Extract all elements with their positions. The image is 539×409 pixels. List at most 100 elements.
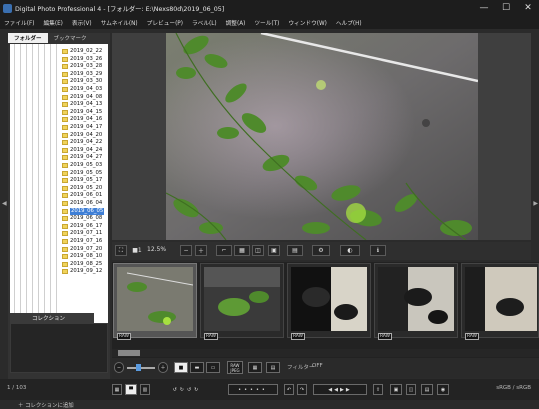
thumb-size-increase-icon[interactable]: ＋ [158,362,168,373]
view-mode-detail-icon[interactable]: ▭ [206,362,220,373]
preview-viewer[interactable] [112,33,531,240]
zoom-in-icon[interactable]: ＋ [195,245,207,256]
layout-multi-icon[interactable]: ▥ [140,384,150,395]
folder-tree-item[interactable]: 2019_06_08 [10,215,108,223]
app-icon [3,3,12,13]
folder-tree-item[interactable]: 2019_03_29 [10,71,108,79]
thumbnail-1[interactable]: RAW [113,263,197,340]
zoom-level[interactable]: 12.5% [147,246,166,253]
menu-file[interactable]: ファイル(F) [4,18,34,27]
layout-grid-icon[interactable]: ▦ [112,384,122,395]
folder-icon [62,79,68,85]
thumb-size-slider[interactable] [127,367,155,369]
tab-collection[interactable]: コレクション [10,313,94,323]
adjust-icon[interactable]: ◐ [340,245,360,256]
folder-tree-item[interactable]: 2019_04_24 [10,147,108,155]
slider-handle[interactable] [136,364,141,371]
menu-adjust[interactable]: 調整(A) [226,18,246,27]
filter-value[interactable]: OFF [312,363,323,369]
rotate-left-icon[interactable]: ↶ [284,384,294,395]
folder-tree-item[interactable]: 2019_06_05 [10,207,108,216]
camera-icon[interactable]: ◉ [437,384,449,395]
menu-preview[interactable]: プレビュー(P) [147,18,183,27]
folder-tree-item[interactable]: 2019_04_03 [10,86,108,94]
compare-icon[interactable]: ◫ [406,384,416,395]
layout-icon[interactable]: ▤ [287,245,303,256]
menu-edit[interactable]: 編集(E) [43,18,62,27]
info-icon[interactable]: ℹ [370,245,386,256]
filter-icon[interactable]: ▤ [266,362,280,373]
thumbnail-3[interactable]: RAW [287,263,371,340]
left-collapse-arrow-icon[interactable]: ◀ [2,200,7,207]
thumbnail-5[interactable]: RAW [461,263,539,340]
fit-to-window-button[interactable]: ⛶ [115,245,127,256]
folder-tree-item[interactable]: 2019_05_17 [10,177,108,185]
menu-view[interactable]: 表示(V) [72,18,92,27]
thumbnail-scrollbar[interactable] [112,349,539,357]
folder-tree-item[interactable]: 2019_07_11 [10,230,108,238]
folder-tree-item[interactable]: 2019_04_27 [10,154,108,162]
folder-icon [62,132,68,138]
tab-bookmark[interactable]: ブックマーク [48,33,93,43]
folder-tree-item[interactable]: 2019_05_03 [10,162,108,170]
folder-tree-item[interactable]: 2019_02_22 [10,48,108,56]
tools-icon[interactable]: ⚙ [312,245,330,256]
print-icon[interactable]: ▤ [421,384,433,395]
grid-icon[interactable]: ▦ [234,245,250,256]
menu-help[interactable]: ヘルプ(H) [336,18,362,27]
folder-tree-item[interactable]: 2019_08_10 [10,253,108,261]
save-icon[interactable]: ▣ [268,245,280,256]
export-icon[interactable]: ⇪ [373,384,383,395]
tab-folder[interactable]: フォルダー [8,33,48,43]
layout-preview-icon[interactable]: ▀ [125,384,137,395]
folder-tree-item[interactable]: 2019_07_20 [10,246,108,254]
folder-tree-item[interactable]: 2019_06_04 [10,200,108,208]
folder-tree-item[interactable]: 2019_09_12 [10,268,108,276]
thumb-size-decrease-icon[interactable]: − [114,362,124,373]
folder-tree-item[interactable]: 2019_04_22 [10,139,108,147]
folder-tree-item[interactable]: 2019_06_17 [10,223,108,231]
compare-icon[interactable]: ◫ [252,245,264,256]
folder-tree-item[interactable]: 2019_03_28 [10,63,108,71]
folder-tree-item[interactable]: 2019_03_30 [10,78,108,86]
thumbnail-4[interactable]: RAW [374,263,458,340]
raw-jpeg-toggle[interactable]: RAW JPEG [227,361,243,374]
folder-tree-item[interactable]: 2019_05_05 [10,170,108,178]
folder-tree-item[interactable]: 2019_04_15 [10,109,108,117]
folder-tree-item[interactable]: 2019_03_26 [10,56,108,64]
folder-tree-item[interactable]: 2019_04_16 [10,116,108,124]
minimize-button[interactable]: — [473,0,495,16]
grid-view-icon[interactable]: ▦ [248,362,262,373]
add-collection-button[interactable]: ＋ コレクションに追加 [18,401,74,409]
folder-tree-item[interactable]: 2019_05_20 [10,185,108,193]
folder-tree-item[interactable]: 2019_04_13 [10,101,108,109]
thumbnail-2[interactable]: RAW [200,263,284,340]
folder-tree[interactable]: 2019_02_22 2019_03_26 2019_03_28 2019_03_29… [10,44,108,334]
rating-stars-icon[interactable]: ••••• [228,384,278,395]
folder-tree-item[interactable]: 2019_07_16 [10,238,108,246]
view-mode-list-icon[interactable]: ▬ [190,362,204,373]
batch-icon[interactable]: ▣ [390,384,402,395]
right-collapse-arrow-icon[interactable]: ▶ [533,200,538,207]
menu-tools[interactable]: ツール(T) [254,18,279,27]
menu-label[interactable]: ラベル(L) [192,18,217,27]
navigation-arrows-icon[interactable]: ◀◀▶▶ [313,384,367,395]
folder-tree-item[interactable]: 2019_04_17 [10,124,108,132]
folder-tree-item[interactable]: 2019_08_25 [10,261,108,269]
menu-window[interactable]: ウィンドウ(W) [288,18,327,27]
rotate-buttons-icon[interactable]: ↺↻↺↻ [156,384,218,395]
rotate-right-icon[interactable]: ↷ [297,384,307,395]
folder-tree-item[interactable]: 2019_04_20 [10,132,108,140]
view-mode-single-icon[interactable]: ■ [174,362,188,373]
folder-tree-item[interactable]: 2019_04_08 [10,94,108,102]
scrollbar-thumb[interactable] [118,350,140,356]
zoom-out-icon[interactable]: − [180,245,192,256]
actual-size-button[interactable]: ■1 [130,245,144,256]
folder-label: 2019_04_27 [70,154,103,161]
folder-label: 2019_02_22 [70,48,103,54]
folder-tree-item[interactable]: 2019_06_01 [10,192,108,200]
menu-thumbnail[interactable]: サムネイル(N) [101,18,138,27]
crop-icon[interactable]: ⌐ [216,245,232,256]
close-button[interactable]: ✕ [517,0,539,16]
maximize-button[interactable]: ☐ [495,0,517,16]
